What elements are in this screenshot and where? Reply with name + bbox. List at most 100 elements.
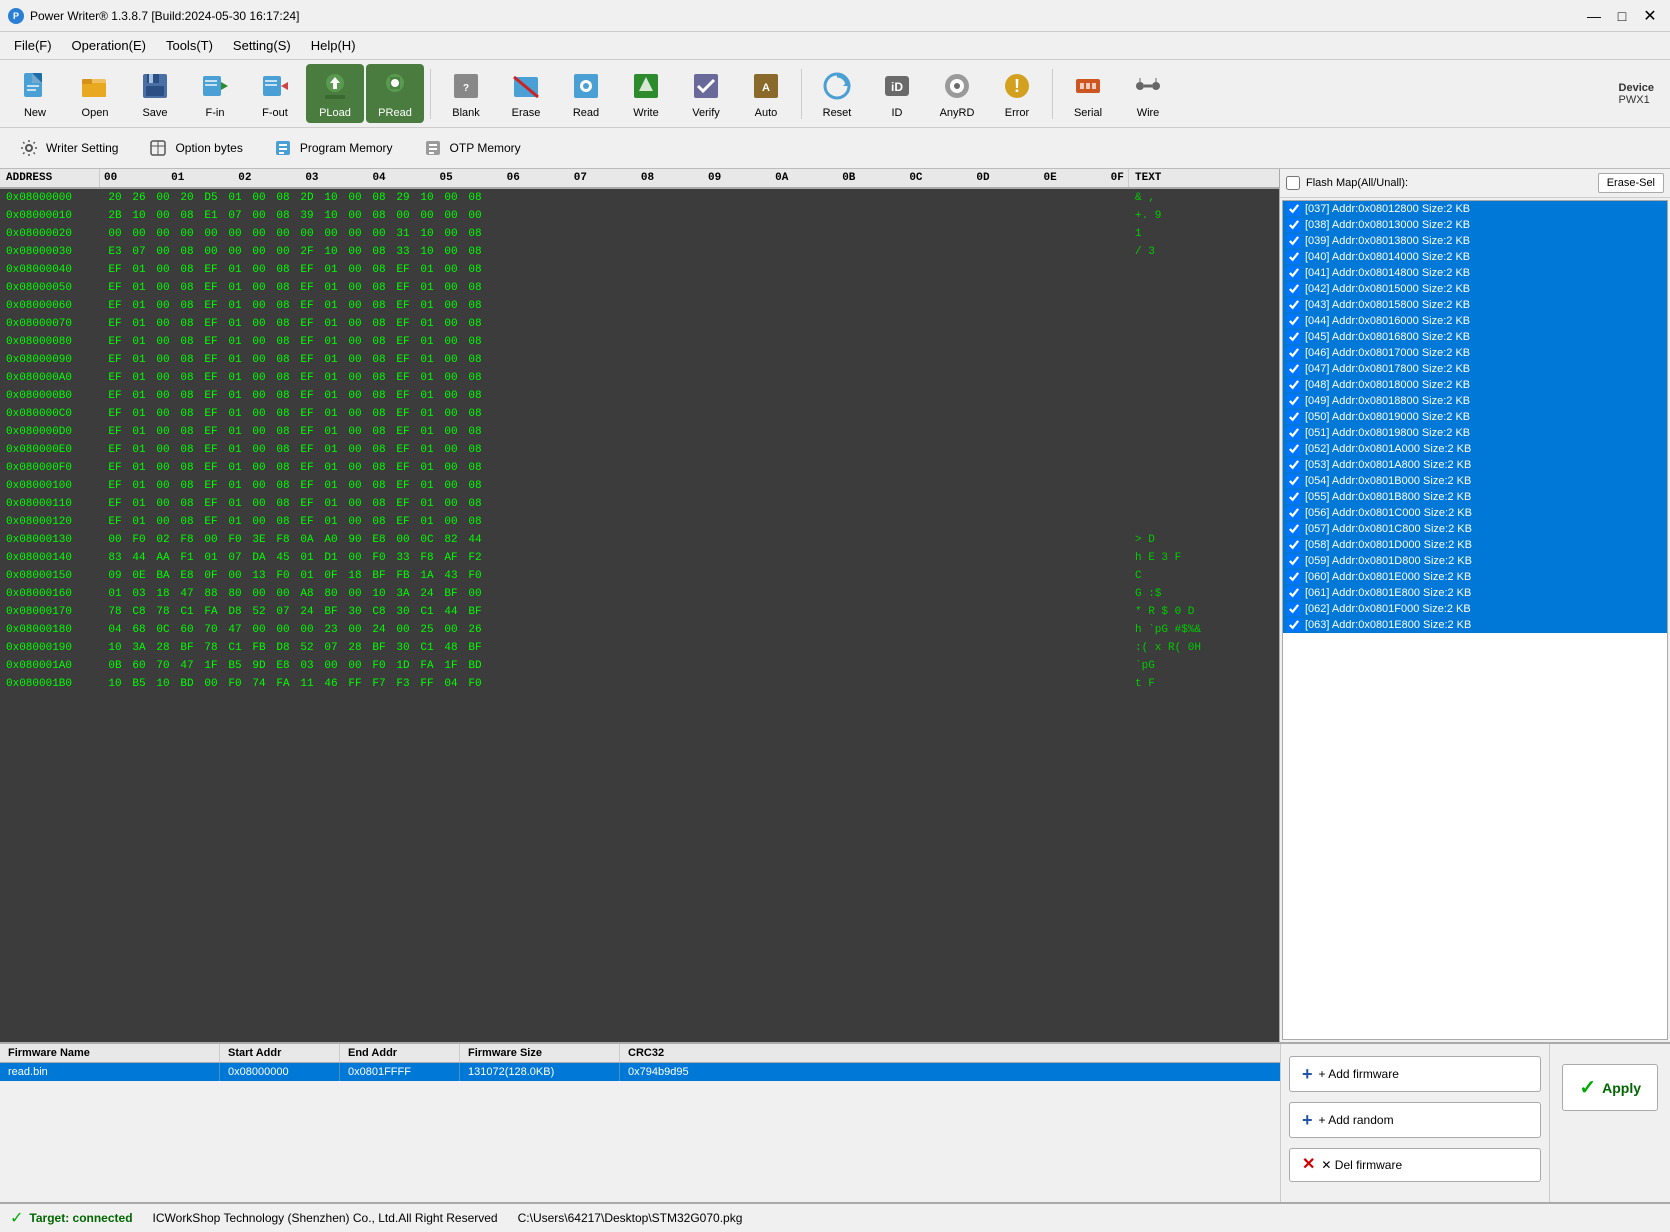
hex-row[interactable]: 0x080001A00B6070471FB59DE8030000F01DFA1F… xyxy=(0,657,1279,675)
flash-item-checkbox[interactable] xyxy=(1287,378,1301,392)
auto-button[interactable]: A Auto xyxy=(737,64,795,123)
flash-item[interactable]: [047] Addr:0x08017800 Size:2 KB xyxy=(1283,361,1667,377)
flash-item[interactable]: [054] Addr:0x0801B000 Size:2 KB xyxy=(1283,473,1667,489)
hex-row[interactable]: 0x0800013000F002F800F03EF80AA090E8000C82… xyxy=(0,531,1279,549)
flash-item-checkbox[interactable] xyxy=(1287,538,1301,552)
flash-item[interactable]: [049] Addr:0x08018800 Size:2 KB xyxy=(1283,393,1667,409)
fout-button[interactable]: F-out xyxy=(246,64,304,123)
erase-sel-button[interactable]: Erase-Sel xyxy=(1598,173,1664,193)
hex-row[interactable]: 0x08000080EF010008EF010008EF010008EF0100… xyxy=(0,333,1279,351)
flash-item-checkbox[interactable] xyxy=(1287,250,1301,264)
flash-item-checkbox[interactable] xyxy=(1287,410,1301,424)
flash-item[interactable]: [055] Addr:0x0801B800 Size:2 KB xyxy=(1283,489,1667,505)
otp-memory-button[interactable]: OTP Memory xyxy=(410,131,532,165)
menu-help[interactable]: Help(H) xyxy=(301,34,366,57)
hex-row[interactable]: 0x080000102B100008E107000839100008000000… xyxy=(0,207,1279,225)
add-random-button[interactable]: + + Add random xyxy=(1289,1102,1541,1138)
hex-row[interactable]: 0x080000F0EF010008EF010008EF010008EF0100… xyxy=(0,459,1279,477)
program-memory-button[interactable]: Program Memory xyxy=(260,131,404,165)
flash-item[interactable]: [051] Addr:0x08019800 Size:2 KB xyxy=(1283,425,1667,441)
flash-item[interactable]: [037] Addr:0x08012800 Size:2 KB xyxy=(1283,201,1667,217)
flash-item[interactable]: [061] Addr:0x0801E800 Size:2 KB xyxy=(1283,585,1667,601)
flash-item-checkbox[interactable] xyxy=(1287,442,1301,456)
flash-item[interactable]: [056] Addr:0x0801C000 Size:2 KB xyxy=(1283,505,1667,521)
del-firmware-button[interactable]: ✕ ✕ Del firmware xyxy=(1289,1148,1541,1182)
flash-item-checkbox[interactable] xyxy=(1287,346,1301,360)
flash-item-checkbox[interactable] xyxy=(1287,202,1301,216)
flash-item[interactable]: [057] Addr:0x0801C800 Size:2 KB xyxy=(1283,521,1667,537)
error-button[interactable]: ! Error xyxy=(988,64,1046,123)
hex-data-area[interactable]: 0x0800000020260020D50100082D100008291000… xyxy=(0,189,1279,1042)
new-button[interactable]: New xyxy=(6,64,64,123)
flash-item-checkbox[interactable] xyxy=(1287,314,1301,328)
flash-item-checkbox[interactable] xyxy=(1287,394,1301,408)
hex-row[interactable]: 0x080000E0EF010008EF010008EF010008EF0100… xyxy=(0,441,1279,459)
flash-item[interactable]: [050] Addr:0x08019000 Size:2 KB xyxy=(1283,409,1667,425)
flash-map-list[interactable]: [037] Addr:0x08012800 Size:2 KB[038] Add… xyxy=(1282,200,1668,1040)
flash-item-checkbox[interactable] xyxy=(1287,554,1301,568)
hex-row[interactable]: 0x08000030E3070008000000002F100008331000… xyxy=(0,243,1279,261)
hex-row[interactable]: 0x0800017078C878C1FAD8520724BF30C830C144… xyxy=(0,603,1279,621)
anyrd-button[interactable]: AnyRD xyxy=(928,64,986,123)
maximize-button[interactable]: □ xyxy=(1610,4,1634,28)
flash-item[interactable]: [063] Addr:0x0801E800 Size:2 KB xyxy=(1283,617,1667,633)
flash-item-checkbox[interactable] xyxy=(1287,602,1301,616)
hex-row[interactable]: 0x08000120EF010008EF010008EF010008EF0100… xyxy=(0,513,1279,531)
flash-item[interactable]: [044] Addr:0x08016000 Size:2 KB xyxy=(1283,313,1667,329)
hex-row[interactable]: 0x08000070EF010008EF010008EF010008EF0100… xyxy=(0,315,1279,333)
pread-button[interactable]: PRead xyxy=(366,64,424,123)
flash-item[interactable]: [040] Addr:0x08014000 Size:2 KB xyxy=(1283,249,1667,265)
erase-button[interactable]: Erase xyxy=(497,64,555,123)
writer-setting-button[interactable]: Writer Setting xyxy=(6,131,129,165)
flash-item-checkbox[interactable] xyxy=(1287,234,1301,248)
hex-row[interactable]: 0x08000020000000000000000000000000311000… xyxy=(0,225,1279,243)
hex-row[interactable]: 0x08000100EF010008EF010008EF010008EF0100… xyxy=(0,477,1279,495)
close-button[interactable]: ✕ xyxy=(1638,4,1662,28)
wire-button[interactable]: Wire xyxy=(1119,64,1177,123)
hex-row[interactable]: 0x08000190103A28BF78C1FBD8520728BF30C148… xyxy=(0,639,1279,657)
hex-row[interactable]: 0x080001600103184788800000A88000103A24BF… xyxy=(0,585,1279,603)
flash-item-checkbox[interactable] xyxy=(1287,570,1301,584)
flash-item[interactable]: [041] Addr:0x08014800 Size:2 KB xyxy=(1283,265,1667,281)
add-firmware-button[interactable]: + + Add firmware xyxy=(1289,1056,1541,1092)
flash-item-checkbox[interactable] xyxy=(1287,218,1301,232)
hex-row[interactable]: 0x080000D0EF010008EF010008EF010008EF0100… xyxy=(0,423,1279,441)
flash-item-checkbox[interactable] xyxy=(1287,474,1301,488)
verify-button[interactable]: Verify xyxy=(677,64,735,123)
hex-row[interactable]: 0x0800018004680C607047000000230024002500… xyxy=(0,621,1279,639)
flash-item-checkbox[interactable] xyxy=(1287,282,1301,296)
hex-row[interactable]: 0x080001B010B510BD00F074FA1146FFF7F3FF04… xyxy=(0,675,1279,693)
flash-item-checkbox[interactable] xyxy=(1287,522,1301,536)
save-button[interactable]: Save xyxy=(126,64,184,123)
title-bar-controls[interactable]: — □ ✕ xyxy=(1582,4,1662,28)
apply-button[interactable]: ✓ Apply xyxy=(1562,1064,1658,1111)
flash-item[interactable]: [059] Addr:0x0801D800 Size:2 KB xyxy=(1283,553,1667,569)
hex-row[interactable]: 0x08000090EF010008EF010008EF010008EF0100… xyxy=(0,351,1279,369)
id-button[interactable]: iD ID xyxy=(868,64,926,123)
menu-file[interactable]: File(F) xyxy=(4,34,62,57)
flash-item[interactable]: [038] Addr:0x08013000 Size:2 KB xyxy=(1283,217,1667,233)
firmware-table-body[interactable]: read.bin 0x08000000 0x0801FFFF 131072(12… xyxy=(0,1063,1280,1202)
write-button[interactable]: Write xyxy=(617,64,675,123)
menu-operation[interactable]: Operation(E) xyxy=(62,34,156,57)
flash-item-checkbox[interactable] xyxy=(1287,586,1301,600)
firmware-row[interactable]: read.bin 0x08000000 0x0801FFFF 131072(12… xyxy=(0,1063,1280,1081)
flash-item[interactable]: [045] Addr:0x08016800 Size:2 KB xyxy=(1283,329,1667,345)
flash-item[interactable]: [048] Addr:0x08018000 Size:2 KB xyxy=(1283,377,1667,393)
hex-row[interactable]: 0x08000060EF010008EF010008EF010008EF0100… xyxy=(0,297,1279,315)
flash-item[interactable]: [039] Addr:0x08013800 Size:2 KB xyxy=(1283,233,1667,249)
open-button[interactable]: Open xyxy=(66,64,124,123)
menu-tools[interactable]: Tools(T) xyxy=(156,34,223,57)
serial-button[interactable]: Serial xyxy=(1059,64,1117,123)
hex-row[interactable]: 0x080001408344AAF10107DA4501D100F033F8AF… xyxy=(0,549,1279,567)
flash-item-checkbox[interactable] xyxy=(1287,426,1301,440)
flash-item-checkbox[interactable] xyxy=(1287,298,1301,312)
hex-row[interactable]: 0x08000040EF010008EF010008EF010008EF0100… xyxy=(0,261,1279,279)
flash-item-checkbox[interactable] xyxy=(1287,490,1301,504)
hex-row[interactable]: 0x08000110EF010008EF010008EF010008EF0100… xyxy=(0,495,1279,513)
flash-item-checkbox[interactable] xyxy=(1287,362,1301,376)
read-button[interactable]: Read xyxy=(557,64,615,123)
flash-item[interactable]: [046] Addr:0x08017000 Size:2 KB xyxy=(1283,345,1667,361)
flash-item[interactable]: [043] Addr:0x08015800 Size:2 KB xyxy=(1283,297,1667,313)
hex-row[interactable]: 0x0800000020260020D50100082D100008291000… xyxy=(0,189,1279,207)
